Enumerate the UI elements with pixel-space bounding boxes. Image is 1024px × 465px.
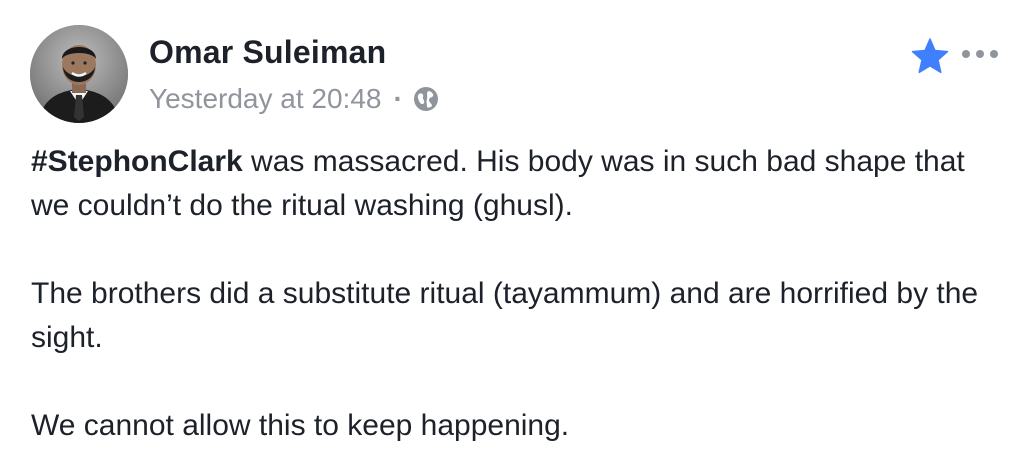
post-paragraph: The brothers did a substitute ritual (ta… [31, 277, 979, 354]
avatar[interactable] [30, 25, 128, 123]
post-paragraph: #StephonClark was massacred. His body wa… [31, 140, 991, 228]
hashtag-link[interactable]: #StephonClark [31, 145, 243, 178]
post-timestamp[interactable]: Yesterday at 20:48 [149, 83, 381, 115]
post-body: #StephonClark was massacred. His body wa… [31, 140, 991, 448]
globe-icon[interactable] [413, 86, 439, 112]
post-meta: Yesterday at 20:48 · [149, 83, 439, 115]
avatar-photo [30, 25, 128, 123]
meta-separator: · [393, 83, 403, 114]
star-icon[interactable] [910, 36, 950, 76]
facebook-post: Omar Suleiman Yesterday at 20:48 · #Step… [0, 0, 1024, 465]
post-paragraph: We cannot allow this to keep happening. [31, 409, 570, 442]
more-options-icon[interactable] [960, 46, 1000, 62]
author-name[interactable]: Omar Suleiman [149, 34, 386, 71]
